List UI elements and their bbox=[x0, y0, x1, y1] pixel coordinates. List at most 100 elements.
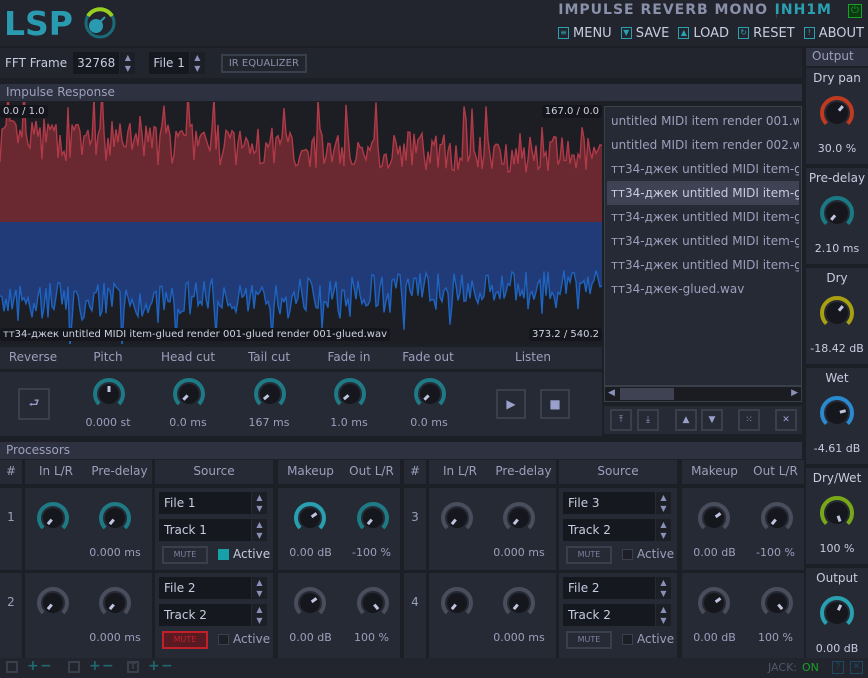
move-bottom-icon[interactable]: ⤓ bbox=[637, 409, 659, 431]
output-knob[interactable] bbox=[818, 494, 856, 535]
file-select[interactable]: File 2 ▲ ▼ bbox=[159, 577, 267, 599]
active-checkbox[interactable]: Active bbox=[218, 547, 270, 561]
active-checkbox[interactable]: Active bbox=[622, 547, 674, 561]
makeup-knob[interactable] bbox=[696, 585, 732, 624]
file-select[interactable]: File 3 ▲ ▼ bbox=[563, 492, 671, 514]
add-button-3[interactable]: + bbox=[148, 658, 160, 674]
file-select[interactable]: File 1 ▲ ▼ bbox=[149, 52, 205, 74]
spin-arrows-icon[interactable]: ▲ ▼ bbox=[655, 577, 671, 599]
spin-arrows-icon[interactable]: ▲ ▼ bbox=[655, 604, 671, 626]
remove-button-2[interactable]: − bbox=[102, 658, 114, 674]
output-knob[interactable] bbox=[818, 294, 856, 335]
pre-delay-knob[interactable] bbox=[97, 585, 133, 624]
move-down-icon[interactable]: ▼ bbox=[701, 409, 723, 431]
fade-in-knob[interactable] bbox=[332, 376, 368, 415]
move-up-icon[interactable]: ▲ bbox=[675, 409, 697, 431]
active-checkbox[interactable]: Active bbox=[218, 632, 270, 646]
remove-icon[interactable]: ✕ bbox=[775, 409, 797, 431]
file-select[interactable]: File 1 ▲ ▼ bbox=[159, 492, 267, 514]
checkbox-box[interactable] bbox=[218, 633, 229, 645]
spin-arrows-icon[interactable]: ▲ ▼ bbox=[655, 519, 671, 541]
layout-icon-2[interactable] bbox=[68, 661, 80, 673]
reverse-button[interactable]: ⮐ bbox=[18, 388, 50, 420]
menu-button[interactable]: ≡ MENU bbox=[558, 26, 612, 41]
save-button[interactable]: ▼ SAVE bbox=[620, 26, 669, 41]
checkbox-box[interactable] bbox=[218, 548, 229, 560]
in-lr-knob[interactable] bbox=[439, 585, 475, 624]
file-list-item[interactable]: тт34-джек untitled MIDI item-glued bbox=[607, 157, 799, 181]
pre-delay-knob[interactable] bbox=[97, 500, 133, 539]
add-button-2[interactable]: + bbox=[89, 658, 101, 674]
pitch-knob[interactable] bbox=[91, 376, 127, 415]
fft-frame-select[interactable]: 32768 ▲ ▼ bbox=[73, 52, 136, 74]
file-list-item[interactable]: тт34-джек untitled MIDI item-glued bbox=[607, 205, 799, 229]
play-button[interactable]: ▶ bbox=[496, 389, 526, 419]
scroll-right-icon[interactable]: ▶ bbox=[791, 388, 798, 398]
out-lr-knob[interactable] bbox=[759, 500, 795, 539]
output-knob[interactable] bbox=[818, 94, 856, 135]
move-top-icon[interactable]: ⤒ bbox=[610, 409, 632, 431]
stop-button[interactable]: ■ bbox=[540, 389, 570, 419]
checkbox-box[interactable] bbox=[622, 633, 633, 645]
mute-button[interactable]: MUTE bbox=[162, 631, 208, 649]
file-list-scrollbar[interactable]: ◀ ▶ bbox=[604, 386, 802, 402]
help-icon[interactable]: ? bbox=[832, 661, 844, 674]
output-knob[interactable] bbox=[818, 194, 856, 235]
head-cut-knob[interactable] bbox=[171, 376, 207, 415]
file-list-item[interactable]: untitled MIDI item render 002.wav bbox=[607, 133, 799, 157]
tail-cut-knob[interactable] bbox=[252, 376, 288, 415]
file-list-item[interactable]: тт34-джек untitled MIDI item-glued bbox=[607, 181, 799, 205]
track-select[interactable]: Track 2 ▲ ▼ bbox=[563, 519, 671, 541]
text-icon[interactable]: T bbox=[127, 661, 139, 673]
track-select[interactable]: Track 2 ▲ ▼ bbox=[563, 604, 671, 626]
spin-arrows-icon[interactable]: ▲ ▼ bbox=[251, 577, 267, 599]
about-button[interactable]: ! ABOUT bbox=[803, 26, 864, 41]
layout-icon-1[interactable] bbox=[6, 661, 18, 673]
track-select[interactable]: Track 2 ▲ ▼ bbox=[159, 604, 267, 626]
output-knob[interactable] bbox=[818, 394, 856, 435]
remove-button-1[interactable]: − bbox=[40, 658, 52, 674]
pre-delay-knob[interactable] bbox=[501, 500, 537, 539]
output-knob[interactable] bbox=[818, 594, 856, 635]
scroll-left-icon[interactable]: ◀ bbox=[608, 388, 615, 398]
out-lr-knob[interactable] bbox=[355, 585, 391, 624]
out-lr-knob[interactable] bbox=[355, 500, 391, 539]
scroll-thumb[interactable] bbox=[620, 388, 674, 400]
file-list-item[interactable]: тт34-джек untitled MIDI item-glued bbox=[607, 253, 799, 277]
resize-icon[interactable]: ✕ bbox=[850, 661, 863, 674]
fade-out-knob[interactable] bbox=[412, 376, 448, 415]
spin-arrows-icon[interactable]: ▲ ▼ bbox=[251, 492, 267, 514]
spin-arrows-icon[interactable]: ▲ ▼ bbox=[655, 492, 671, 514]
checkbox-box[interactable] bbox=[622, 548, 633, 560]
file-list-item[interactable]: тт34-джек untitled MIDI item-glued bbox=[607, 229, 799, 253]
file-select[interactable]: File 2 ▲ ▼ bbox=[563, 577, 671, 599]
in-lr-knob[interactable] bbox=[35, 585, 71, 624]
remove-button-3[interactable]: − bbox=[161, 658, 173, 674]
track-select[interactable]: Track 1 ▲ ▼ bbox=[159, 519, 267, 541]
active-checkbox[interactable]: Active bbox=[622, 632, 674, 646]
makeup-knob[interactable] bbox=[292, 585, 328, 624]
spin-arrows-icon[interactable]: ▲ ▼ bbox=[188, 52, 205, 74]
spin-arrows-icon[interactable]: ▲ ▼ bbox=[119, 52, 136, 74]
impulse-graph[interactable]: 0.0 / 1.0 167.0 / 0.0 тт34-джек untitled… bbox=[0, 102, 602, 344]
in-lr-knob[interactable] bbox=[35, 500, 71, 539]
pre-delay-knob[interactable] bbox=[501, 585, 537, 624]
in-lr-knob[interactable] bbox=[439, 500, 475, 539]
makeup-knob[interactable] bbox=[292, 500, 328, 539]
power-icon[interactable]: ⏻ bbox=[848, 4, 862, 18]
mute-button[interactable]: MUTE bbox=[566, 546, 612, 564]
add-button-1[interactable]: + bbox=[27, 658, 39, 674]
mute-button[interactable]: MUTE bbox=[162, 546, 208, 564]
ir-equalizer-button[interactable]: IR EQUALIZER bbox=[220, 53, 307, 73]
load-button[interactable]: ▲ LOAD bbox=[678, 26, 729, 41]
spin-arrows-icon[interactable]: ▲ ▼ bbox=[251, 519, 267, 541]
mute-button[interactable]: MUTE bbox=[566, 631, 612, 649]
shuffle-icon[interactable]: ⁙ bbox=[738, 409, 760, 431]
out-lr-knob[interactable] bbox=[759, 585, 795, 624]
file-list-item[interactable]: тт34-джек-glued.wav bbox=[607, 277, 799, 301]
spin-arrows-icon[interactable]: ▲ ▼ bbox=[251, 604, 267, 626]
reset-button[interactable]: ↻ RESET bbox=[738, 26, 795, 41]
makeup-knob[interactable] bbox=[696, 500, 732, 539]
file-list-item[interactable]: untitled MIDI item render 001.wav bbox=[607, 109, 799, 133]
file-list[interactable]: untitled MIDI item render 001.wav untitle… bbox=[604, 106, 802, 386]
